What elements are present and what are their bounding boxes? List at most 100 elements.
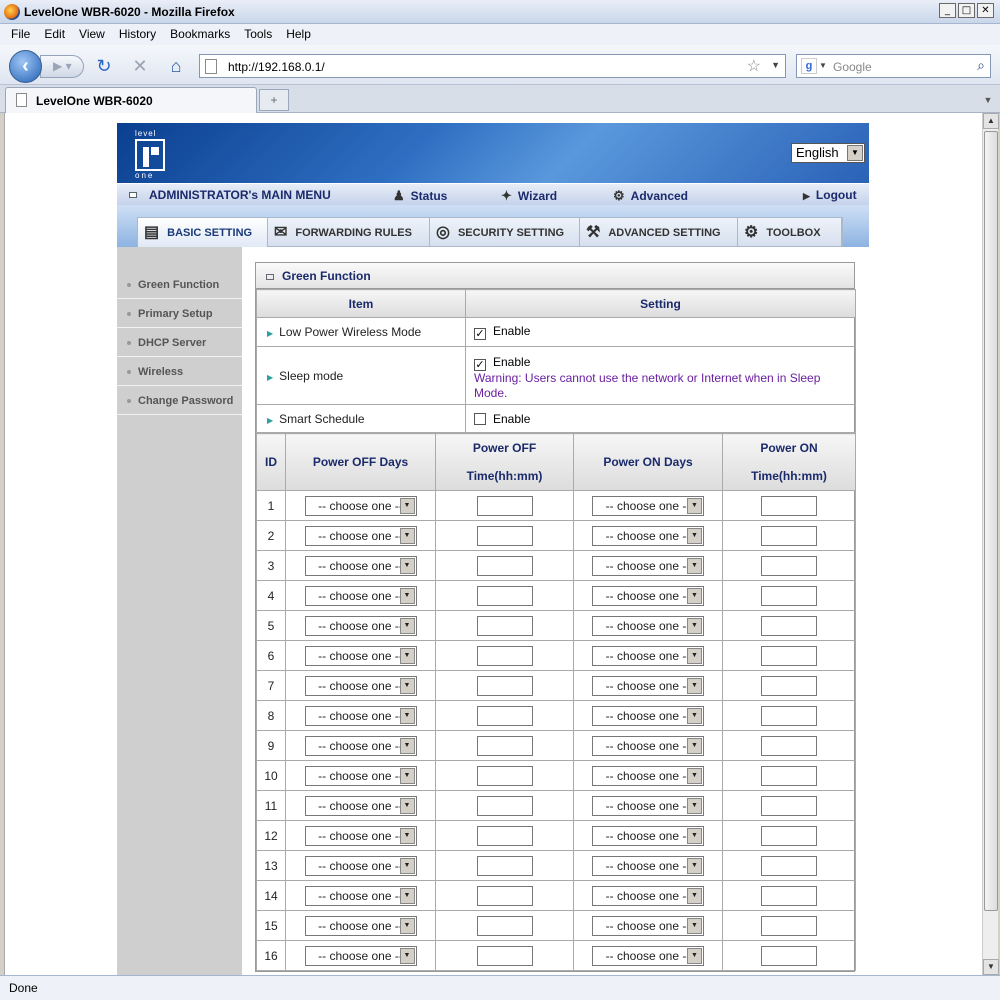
power-on-days-select[interactable]: -- choose one -- ▼ [592,885,704,906]
power-off-days-select[interactable]: -- choose one -- ▼ [304,855,417,876]
search-engine-dropdown-icon[interactable]: ▼ [819,61,827,70]
advanced-link[interactable]: ⚙ Advanced [613,188,688,204]
home-icon[interactable]: ⌂ [164,54,188,78]
power-on-days-select[interactable]: -- choose one -- ▼ [592,735,704,756]
scroll-up-icon[interactable]: ▲ [983,113,999,129]
forward-button[interactable]: ▶ ▾ [40,55,84,78]
power-off-days-select[interactable]: -- choose one -- ▼ [304,945,417,966]
power-on-days-select[interactable]: -- choose one -- ▼ [592,945,704,966]
power-on-time-input[interactable] [761,525,817,546]
menu-view[interactable]: View [72,24,112,45]
power-off-days-select[interactable]: -- choose one -- ▼ [304,915,417,936]
tab-security-setting[interactable]: ◎ SECURITY SETTING [430,218,580,248]
power-off-time-input[interactable] [476,525,533,546]
tab-levelone[interactable]: LevelOne WBR-6020 [5,87,257,113]
power-on-days-select[interactable]: -- choose one -- ▼ [592,675,704,696]
power-off-days-select[interactable]: -- choose one -- ▼ [304,735,417,756]
scroll-thumb[interactable] [984,131,998,911]
power-off-days-select[interactable]: -- choose one -- ▼ [304,495,417,516]
power-on-days-select[interactable]: -- choose one -- ▼ [592,615,704,636]
nav-change-password[interactable]: Change Password [117,387,242,415]
nav-dhcp-server[interactable]: DHCP Server [117,329,242,357]
vertical-scrollbar[interactable]: ▲ ▼ [982,113,999,975]
power-off-days-select[interactable]: -- choose one -- ▼ [304,555,417,576]
tab-list-icon[interactable]: ▼ [980,90,996,110]
power-on-time-input[interactable] [761,615,817,636]
power-off-days-select[interactable]: -- choose one -- ▼ [304,705,417,726]
power-on-time-input[interactable] [761,675,817,696]
nav-primary-setup[interactable]: Primary Setup [117,300,242,328]
power-on-days-select[interactable]: -- choose one -- ▼ [592,645,704,666]
power-off-time-input[interactable] [476,915,533,936]
power-off-days-select[interactable]: -- choose one -- ▼ [304,765,417,786]
power-on-days-select[interactable]: -- choose one -- ▼ [592,585,704,606]
close-button[interactable]: ✕ [977,3,994,18]
power-off-time-input[interactable] [476,885,533,906]
power-off-days-select[interactable]: -- choose one -- ▼ [304,645,417,666]
power-on-time-input[interactable] [761,915,817,936]
low-power-checkbox[interactable]: ✓ [474,328,486,340]
tab-basic-setting[interactable]: ▤ BASIC SETTING [138,218,268,248]
menu-bookmarks[interactable]: Bookmarks [163,24,237,45]
new-tab-button[interactable]: + [259,89,289,111]
nav-green-function[interactable]: Green Function [117,271,242,299]
sleep-mode-checkbox[interactable]: ✓ [474,358,486,371]
power-on-time-input[interactable] [761,795,817,816]
logout-link[interactable]: ▶ Logout [803,188,857,202]
power-off-time-input[interactable] [476,825,533,846]
power-off-time-input[interactable] [476,645,533,666]
power-off-days-select[interactable]: -- choose one -- ▼ [304,585,417,606]
menu-help[interactable]: Help [279,24,318,45]
power-on-time-input[interactable] [761,555,817,576]
power-on-time-input[interactable] [761,825,817,846]
power-off-days-select[interactable]: -- choose one -- ▼ [304,885,417,906]
search-icon[interactable]: ⌕ [977,57,985,74]
power-on-time-input[interactable] [761,735,817,756]
power-off-time-input[interactable] [476,585,533,606]
power-on-time-input[interactable] [761,855,817,876]
power-on-time-input[interactable] [761,885,817,906]
scroll-down-icon[interactable]: ▼ [983,959,999,975]
menu-edit[interactable]: Edit [37,24,72,45]
menu-history[interactable]: History [112,24,163,45]
power-on-days-select[interactable]: -- choose one -- ▼ [592,525,704,546]
power-on-time-input[interactable] [761,645,817,666]
power-off-time-input[interactable] [476,795,533,816]
power-on-days-select[interactable]: -- choose one -- ▼ [592,825,704,846]
power-on-time-input[interactable] [761,495,817,516]
power-off-time-input[interactable] [476,675,533,696]
power-off-days-select[interactable]: -- choose one -- ▼ [304,795,417,816]
power-on-days-select[interactable]: -- choose one -- ▼ [592,855,704,876]
power-on-time-input[interactable] [761,765,817,786]
status-link[interactable]: ♟ Status [393,188,447,204]
bookmark-star-icon[interactable]: ☆ [747,56,761,76]
power-on-time-input[interactable] [761,585,817,606]
search-bar[interactable]: g ▼ Google ⌕ [796,54,991,78]
power-off-time-input[interactable] [476,495,533,516]
minimize-button[interactable]: _ [939,3,956,18]
power-off-time-input[interactable] [476,615,533,636]
power-on-days-select[interactable]: -- choose one -- ▼ [592,555,704,576]
menu-file[interactable]: File [4,24,37,45]
stop-icon[interactable]: ✕ [128,54,152,78]
tab-toolbox[interactable]: ⚙ TOOLBOX [738,218,842,248]
power-off-days-select[interactable]: -- choose one -- ▼ [304,825,417,846]
back-button[interactable]: ‹ [9,50,42,83]
language-select[interactable]: English ▼ [791,143,865,163]
power-on-days-select[interactable]: -- choose one -- ▼ [592,495,704,516]
url-dropdown-icon[interactable]: ▼ [771,60,780,70]
reload-icon[interactable]: ↻ [92,54,116,78]
url-bar[interactable]: http://192.168.0.1/ ☆ ▼ [199,54,786,78]
power-off-time-input[interactable] [476,765,533,786]
tab-forwarding-rules[interactable]: ✉ FORWARDING RULES [268,218,430,248]
power-off-time-input[interactable] [476,555,533,576]
maximize-button[interactable]: □ [958,3,975,18]
power-on-time-input[interactable] [761,705,817,726]
menu-tools[interactable]: Tools [237,24,279,45]
tab-advanced-setting[interactable]: ⚒ ADVANCED SETTING [580,218,738,248]
nav-wireless[interactable]: Wireless [117,358,242,386]
power-off-time-input[interactable] [476,855,533,876]
power-off-time-input[interactable] [476,705,533,726]
power-on-days-select[interactable]: -- choose one -- ▼ [592,795,704,816]
power-off-days-select[interactable]: -- choose one -- ▼ [304,675,417,696]
